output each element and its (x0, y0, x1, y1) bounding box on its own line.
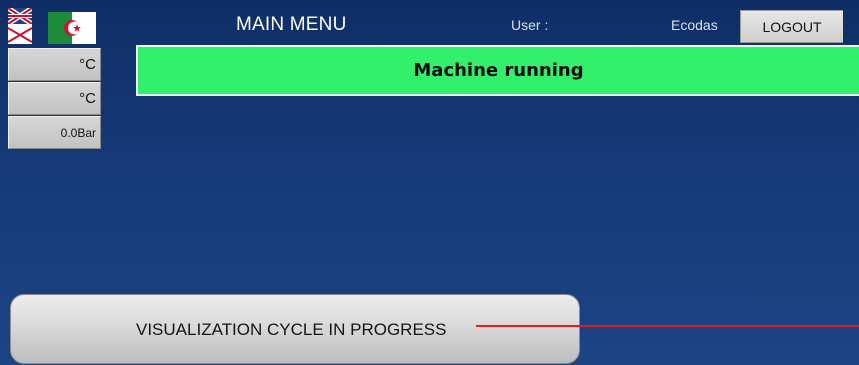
uk-flag-icon[interactable] (6, 5, 34, 44)
temperature-readout-2: °C (8, 82, 101, 115)
top-bar: MAIN MENU User : Ecodas LOGOUT (0, 0, 859, 44)
page-title: MAIN MENU (236, 14, 347, 35)
machine-status-banner: Machine running (136, 45, 859, 96)
logout-button[interactable]: LOGOUT (740, 10, 843, 43)
pressure-readout: 0.0Bar (8, 116, 101, 149)
cycle-progress-line (476, 325, 859, 327)
cycle-status-label: VISUALIZATION CYCLE IN PROGRESS (136, 320, 447, 339)
user-name: Ecodas (671, 17, 718, 33)
readout-panel: °C °C 0.0Bar (8, 48, 101, 150)
user-label: User : (511, 17, 549, 33)
temperature-readout-1: °C (8, 48, 101, 81)
algeria-flag-icon[interactable] (48, 12, 96, 44)
